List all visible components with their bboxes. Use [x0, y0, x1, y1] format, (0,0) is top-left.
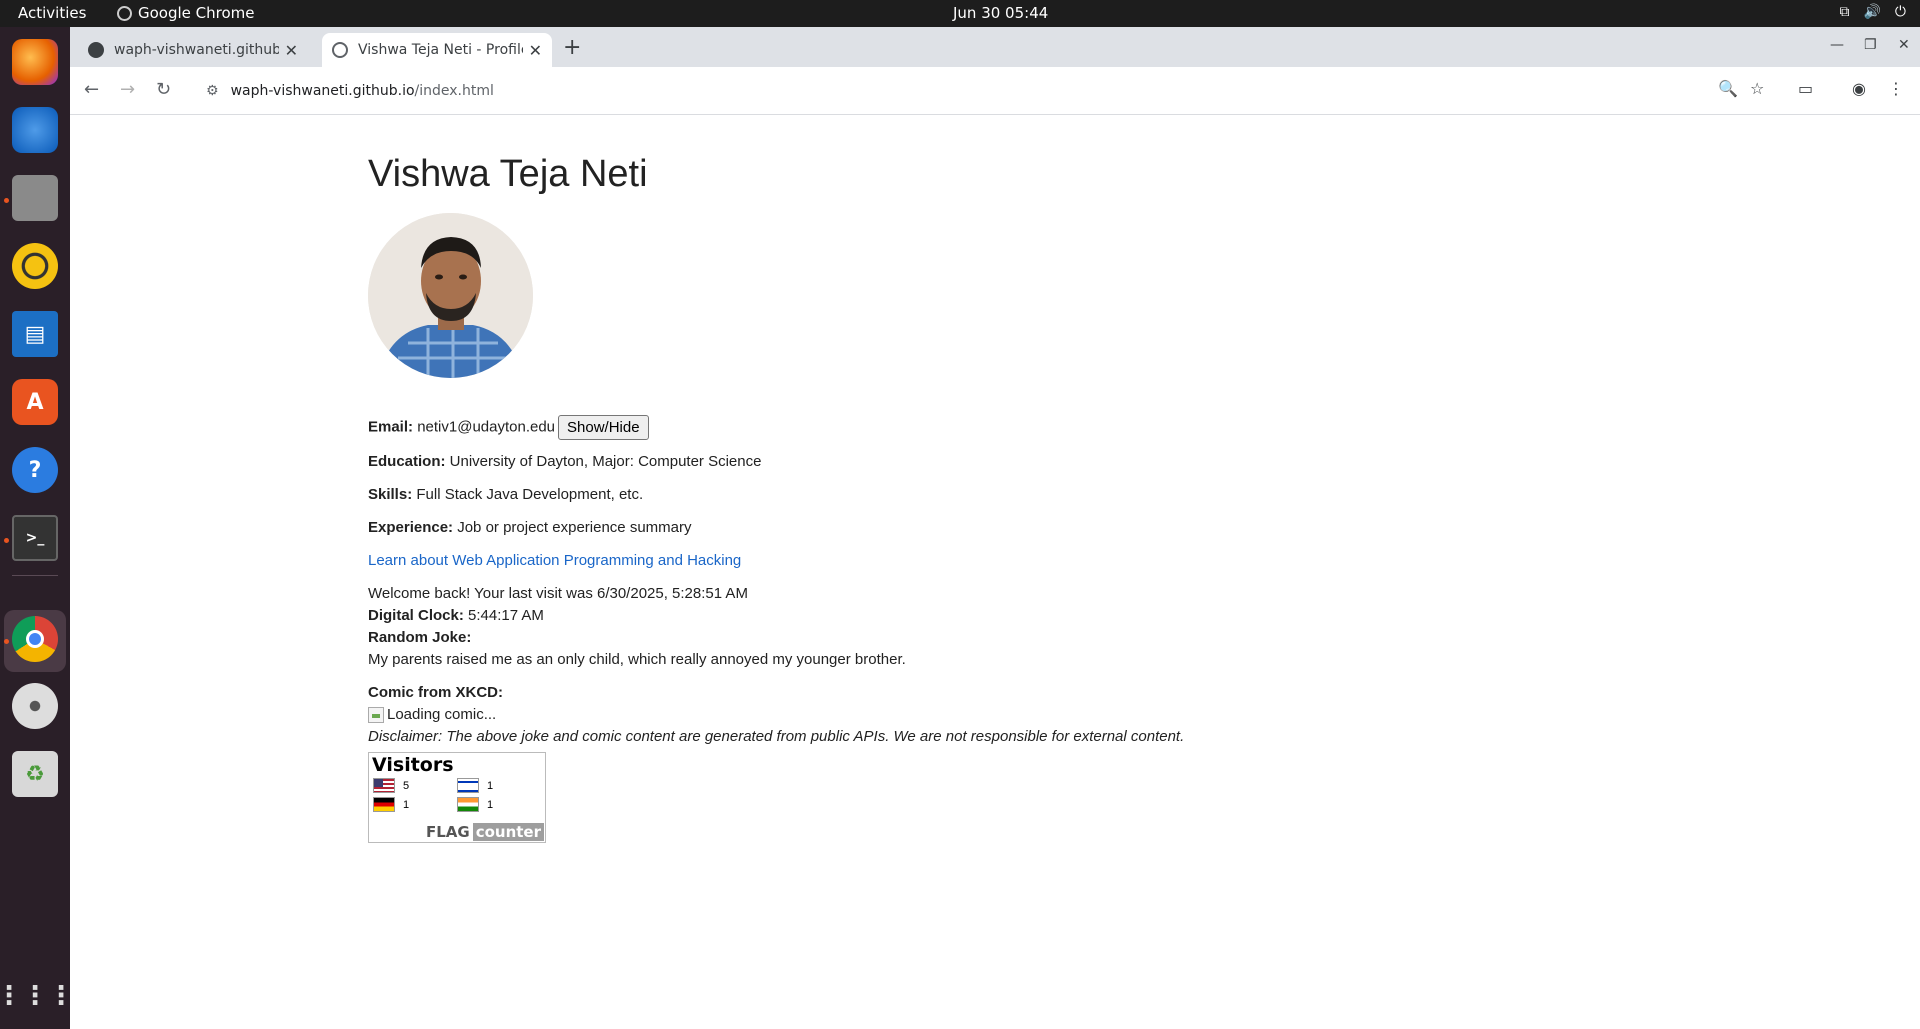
running-indicator — [4, 639, 9, 644]
terminal-icon[interactable]: >_ — [12, 515, 58, 561]
broken-image-icon — [368, 706, 384, 723]
brand-left: FLAG — [422, 823, 473, 841]
clock-value: 5:44:17 AM — [468, 607, 544, 624]
files-icon[interactable] — [12, 175, 58, 221]
profile-icon[interactable]: ◉ — [1852, 79, 1866, 98]
forward-icon[interactable]: → — [120, 79, 135, 100]
flag-count: 1 — [403, 799, 410, 811]
joke-label: Random Joke: — [368, 629, 471, 646]
germany-flag-icon — [373, 797, 395, 812]
network-icon: ⧉ — [1839, 4, 1850, 20]
power-icon: ⏻ — [1894, 4, 1906, 20]
menu-icon[interactable]: ⋮ — [1888, 79, 1904, 98]
education-value: University of Dayton, Major: Computer Sc… — [449, 453, 762, 470]
india-flag-icon — [457, 797, 479, 812]
experience-row: Experience: Job or project experience su… — [368, 519, 691, 536]
comic-label: Comic from XKCD: — [368, 684, 503, 701]
writer-icon[interactable]: ▤ — [12, 311, 58, 357]
disclaimer-text: Disclaimer: The above joke and comic con… — [368, 728, 1185, 745]
flag-count: 1 — [487, 780, 494, 792]
joke-text: My parents raised me as an only child, w… — [368, 651, 906, 668]
joke-label-text: Random Joke: — [368, 629, 472, 646]
reload-icon[interactable]: ↻ — [156, 79, 171, 100]
system-top-bar: Activities Google Chrome Jun 30 05:44 ⧉ … — [0, 0, 1920, 27]
tab-profile[interactable]: Vishwa Teja Neti - Profile ✕ — [322, 33, 552, 67]
globe-icon — [332, 42, 348, 58]
show-hide-button[interactable]: Show/Hide — [558, 415, 649, 440]
page-title: Vishwa Teja Neti — [368, 153, 648, 195]
flag-count: 5 — [403, 780, 410, 792]
close-icon[interactable]: ✕ — [285, 41, 298, 60]
address-bar[interactable]: ⚙ waph-vishwaneti.github.io/index.html — [198, 73, 1860, 109]
url-path: /index.html — [414, 83, 494, 99]
side-panel-icon[interactable]: ▭ — [1798, 79, 1813, 98]
clock[interactable]: Jun 30 05:44 — [953, 4, 1048, 22]
clock-row: Digital Clock: 5:44:17 AM — [368, 607, 544, 624]
email-label: Email: — [368, 418, 414, 436]
close-icon[interactable]: ✕ — [529, 41, 542, 60]
maximize-icon[interactable]: ❐ — [1864, 37, 1877, 53]
flag-counter-title: Visitors — [372, 754, 454, 776]
comic-image: Loading comic... — [368, 706, 496, 727]
email-row: Email: netiv1@udayton.edu Show/Hide — [368, 415, 649, 440]
rhythmbox-icon[interactable] — [12, 243, 58, 289]
flag-counter-logo: FLAG counter — [422, 823, 544, 841]
experience-value: Job or project experience summary — [457, 519, 692, 536]
comic-label-text: Comic from XKCD: — [368, 684, 504, 701]
show-apps-icon[interactable]: ⋮⋮⋮ — [0, 973, 74, 1019]
clock-label: Digital Clock: — [368, 607, 464, 624]
us-flag-icon — [373, 778, 395, 793]
window-close-icon[interactable]: ✕ — [1898, 37, 1910, 53]
minimize-icon[interactable]: — — [1830, 37, 1844, 53]
education-row: Education: University of Dayton, Major: … — [368, 453, 761, 470]
avatar — [368, 213, 533, 378]
new-tab-button[interactable]: + — [563, 35, 581, 60]
chrome-icon — [117, 5, 132, 21]
israel-flag-icon — [457, 778, 479, 793]
email-value: netiv1@udayton.edu — [417, 418, 556, 436]
skills-value: Full Stack Java Development, etc. — [416, 486, 644, 503]
web-page: Vishwa Teja Neti Email: netiv1@udayton.e… — [70, 115, 1920, 1029]
app-store-icon[interactable]: A — [12, 379, 58, 425]
welcome-message: Welcome back! Your last visit was 6/30/2… — [368, 585, 748, 602]
tab-title: Vishwa Teja Neti - Profile — [358, 42, 523, 58]
system-tray[interactable]: ⧉ 🔊 ⏻ — [1839, 4, 1906, 20]
bookmark-star-icon[interactable]: ☆ — [1750, 79, 1764, 98]
help-icon[interactable]: ? — [12, 447, 58, 493]
running-indicator — [4, 198, 9, 203]
experience-label: Experience: — [368, 519, 454, 536]
flag-count: 1 — [487, 799, 494, 811]
skills-row: Skills: Full Stack Java Development, etc… — [368, 486, 643, 503]
brand-right: counter — [472, 823, 544, 841]
back-icon[interactable]: ← — [84, 79, 99, 100]
browser-window: waph-vishwaneti.github.io ✕ Vishwa Teja … — [70, 27, 1920, 1029]
thunderbird-icon[interactable] — [12, 107, 58, 153]
app-name: Google Chrome — [138, 4, 255, 22]
activities-button[interactable]: Activities — [18, 4, 86, 22]
education-label: Education: — [368, 453, 446, 470]
flag-counter-widget[interactable]: Visitors 5 1 1 1 FLAG counter — [368, 752, 546, 843]
app-menu[interactable]: Google Chrome — [117, 4, 255, 22]
tab-title: waph-vishwaneti.github.io — [114, 42, 279, 58]
volume-icon: 🔊 — [1863, 4, 1881, 20]
course-link-row: Learn about Web Application Programming … — [368, 552, 741, 569]
zoom-icon[interactable]: 🔍 — [1718, 79, 1738, 98]
tab-strip: waph-vishwaneti.github.io ✕ Vishwa Teja … — [70, 27, 1920, 67]
url-host: waph-vishwaneti.github.io — [230, 83, 415, 99]
comic-alt-text: Loading comic... — [387, 706, 497, 723]
dock: ▤ A ? >_ ♻ ⋮⋮⋮ — [0, 27, 74, 1029]
running-indicator — [4, 538, 9, 543]
disc-icon[interactable] — [12, 683, 58, 729]
firefox-icon[interactable] — [12, 39, 58, 85]
site-info-icon[interactable]: ⚙ — [206, 83, 219, 99]
dock-separator — [12, 575, 58, 576]
chrome-dock-icon[interactable] — [12, 616, 58, 662]
skills-label: Skills: — [368, 486, 413, 503]
github-icon — [88, 42, 104, 58]
browser-toolbar: ← → ↻ ⚙ waph-vishwaneti.github.io/index.… — [70, 67, 1920, 115]
disclaimer: Disclaimer: The above joke and comic con… — [368, 728, 1184, 745]
course-link[interactable]: Learn about Web Application Programming … — [368, 552, 741, 569]
trash-icon[interactable]: ♻ — [12, 751, 58, 797]
tab-github[interactable]: waph-vishwaneti.github.io ✕ — [78, 33, 308, 67]
